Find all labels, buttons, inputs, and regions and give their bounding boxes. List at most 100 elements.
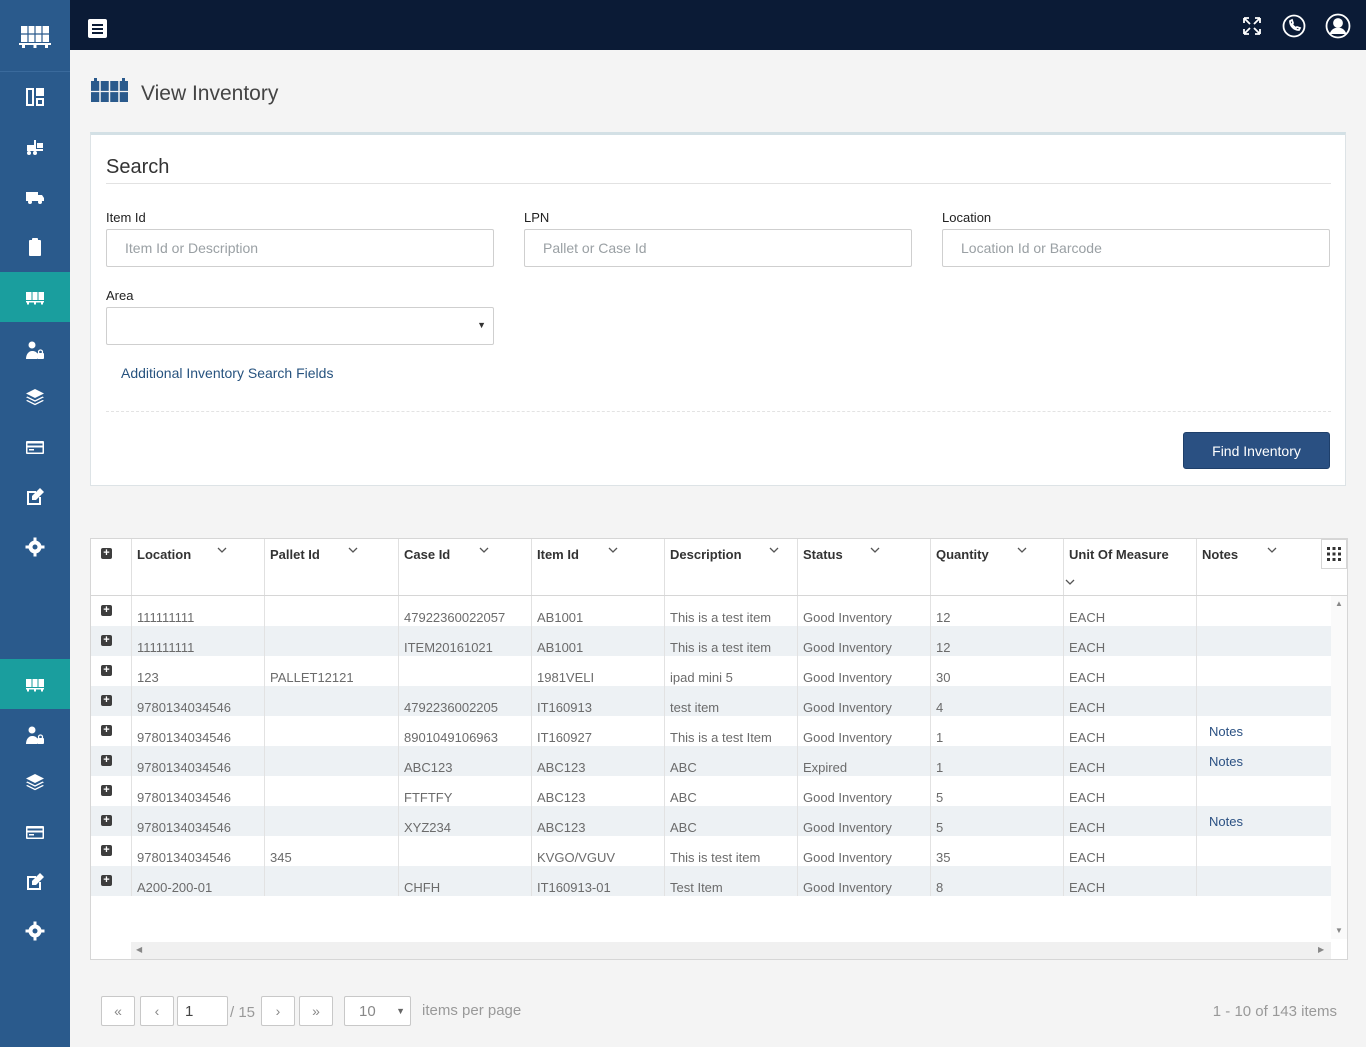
layers-icon[interactable] [0,757,70,807]
edit-icon[interactable] [0,472,70,522]
chevron-down-icon[interactable] [479,545,489,555]
expand-row-icon[interactable]: + [101,665,112,676]
user-lock-icon[interactable] [0,325,70,375]
first-page-button[interactable]: « [101,996,135,1026]
expand-row-icon[interactable]: + [101,755,112,766]
lpn-input[interactable] [524,229,912,267]
column-chooser-icon[interactable] [1321,539,1347,569]
warehouse-logo-icon[interactable] [0,0,70,72]
menu-icon[interactable] [88,19,107,38]
cell-notes [1197,686,1331,716]
phone-icon[interactable] [1281,13,1307,39]
table-row[interactable]: +9780134034546 8901049106963 IT160927 This … [91,716,1331,746]
column-header-notes[interactable]: Notes [1197,539,1321,595]
cell-value: 9780134034546 [137,730,231,745]
expand-row-icon[interactable]: + [101,815,112,826]
inventory-icon[interactable] [0,272,70,322]
card-icon[interactable] [0,807,70,857]
chevron-down-icon[interactable] [1017,545,1027,555]
expand-row-icon[interactable]: + [101,785,112,796]
fullscreen-icon[interactable] [1239,13,1265,39]
column-header-pallet-id[interactable]: Pallet Id [265,539,399,595]
expand-row-icon[interactable]: + [101,635,112,646]
cell-pallet: 345 [265,836,399,866]
location-input[interactable] [942,229,1330,267]
horizontal-scrollbar[interactable]: ◀ ▶ [131,942,1331,959]
expand-row-icon[interactable]: + [101,875,112,886]
next-page-button[interactable]: › [261,996,295,1026]
inventory-grid: + Location Pallet Id Case Id Item Id Des… [90,538,1348,960]
table-row[interactable]: +9780134034546 ABC123 ABC123 ABC Expired 1 EAC… [91,746,1331,776]
truck-icon[interactable] [0,172,70,222]
cell-item: AB1001 [532,626,665,656]
scroll-left-icon[interactable]: ◀ [136,945,142,954]
clipboard-icon[interactable] [0,222,70,272]
cell-value: 1 [936,730,944,745]
column-header-quantity[interactable]: Quantity [931,539,1064,595]
cell-description: This is a test item [665,596,798,626]
chevron-down-icon[interactable] [1065,577,1075,587]
notes-link[interactable]: Notes [1209,814,1243,829]
scroll-down-icon[interactable]: ▼ [1335,926,1343,935]
cell-item: IT160913-01 [532,866,665,896]
item-id-input[interactable] [106,229,494,267]
chevron-down-icon[interactable] [348,545,358,555]
cell-value: This is a test Item [670,730,772,745]
expand-row-icon[interactable]: + [101,695,112,706]
chevron-down-icon[interactable] [608,545,618,555]
page-number-input[interactable] [177,996,228,1026]
table-row[interactable]: +9780134034546 4792236002205 IT160913 test … [91,686,1331,716]
user-lock-icon[interactable] [0,710,70,760]
column-header-status[interactable]: Status [798,539,931,595]
edit-icon[interactable] [0,857,70,907]
page-size-select[interactable]: 10 ▼ [344,996,411,1026]
cell-case: FTFTFY [399,776,532,806]
chevron-down-icon[interactable] [1267,545,1277,555]
prev-page-button[interactable]: ‹ [140,996,174,1026]
cell-description: ABC [665,776,798,806]
cell-item: 1981VELI [532,656,665,686]
gear-icon[interactable] [0,522,70,572]
chevron-down-icon[interactable] [870,545,880,555]
column-header-item-id[interactable]: Item Id [532,539,665,595]
column-header-location[interactable]: Location [132,539,265,595]
additional-search-fields-link[interactable]: Additional Inventory Search Fields [121,365,333,381]
layers-icon[interactable] [0,372,70,422]
forklift-icon[interactable] [0,122,70,172]
scroll-right-icon[interactable]: ▶ [1318,945,1324,954]
column-header-description[interactable]: Description [665,539,798,595]
table-row[interactable]: +111111111 47922360022057 AB1001 This is a … [91,596,1331,626]
expand-row-icon[interactable]: + [101,725,112,736]
cell-case [399,836,532,866]
table-row[interactable]: +9780134034546 FTFTFY ABC123 ABC Good Invent… [91,776,1331,806]
column-header-case-id[interactable]: Case Id [399,539,532,595]
cell-value: CHFH [404,880,441,895]
inventory-icon[interactable] [0,659,70,709]
table-row[interactable]: +111111111 ITEM20161021 AB1001 This is a te… [91,626,1331,656]
card-icon[interactable] [0,422,70,472]
column-header-unit-of-measure[interactable]: Unit Of Measure [1064,539,1197,595]
cell-value: AB1001 [537,610,584,625]
area-select[interactable]: ▼ [106,307,494,345]
expand-all-icon[interactable]: + [101,548,112,559]
chevron-down-icon[interactable] [769,545,779,555]
vertical-scrollbar[interactable]: ▲ ▼ [1331,596,1347,939]
user-icon[interactable] [1325,13,1351,39]
chevron-down-icon[interactable] [217,545,227,555]
table-row[interactable]: +9780134034546 XYZ234 ABC123 ABC Good Invent… [91,806,1331,836]
table-row[interactable]: +9780134034546 345 KVGO/VGUV This is test i… [91,836,1331,866]
gear-icon[interactable] [0,906,70,956]
cell-status: Expired [798,746,931,776]
expand-row-icon[interactable]: + [101,845,112,856]
notes-link[interactable]: Notes [1209,754,1243,769]
cell-item: ABC123 [532,806,665,836]
scroll-up-icon[interactable]: ▲ [1335,599,1343,608]
find-inventory-button[interactable]: Find Inventory [1183,432,1330,469]
dashboard-icon[interactable] [0,72,70,122]
last-page-button[interactable]: » [299,996,333,1026]
table-row[interactable]: +123 PALLET12121 1981VELI ipad mini 5 Good I… [91,656,1331,686]
notes-link[interactable]: Notes [1209,724,1243,739]
expand-row-icon[interactable]: + [101,605,112,616]
table-row[interactable]: + A200-200-01 CHFH IT160913-01 Test Item Good… [91,866,1331,896]
cell-description: ABC [665,806,798,836]
